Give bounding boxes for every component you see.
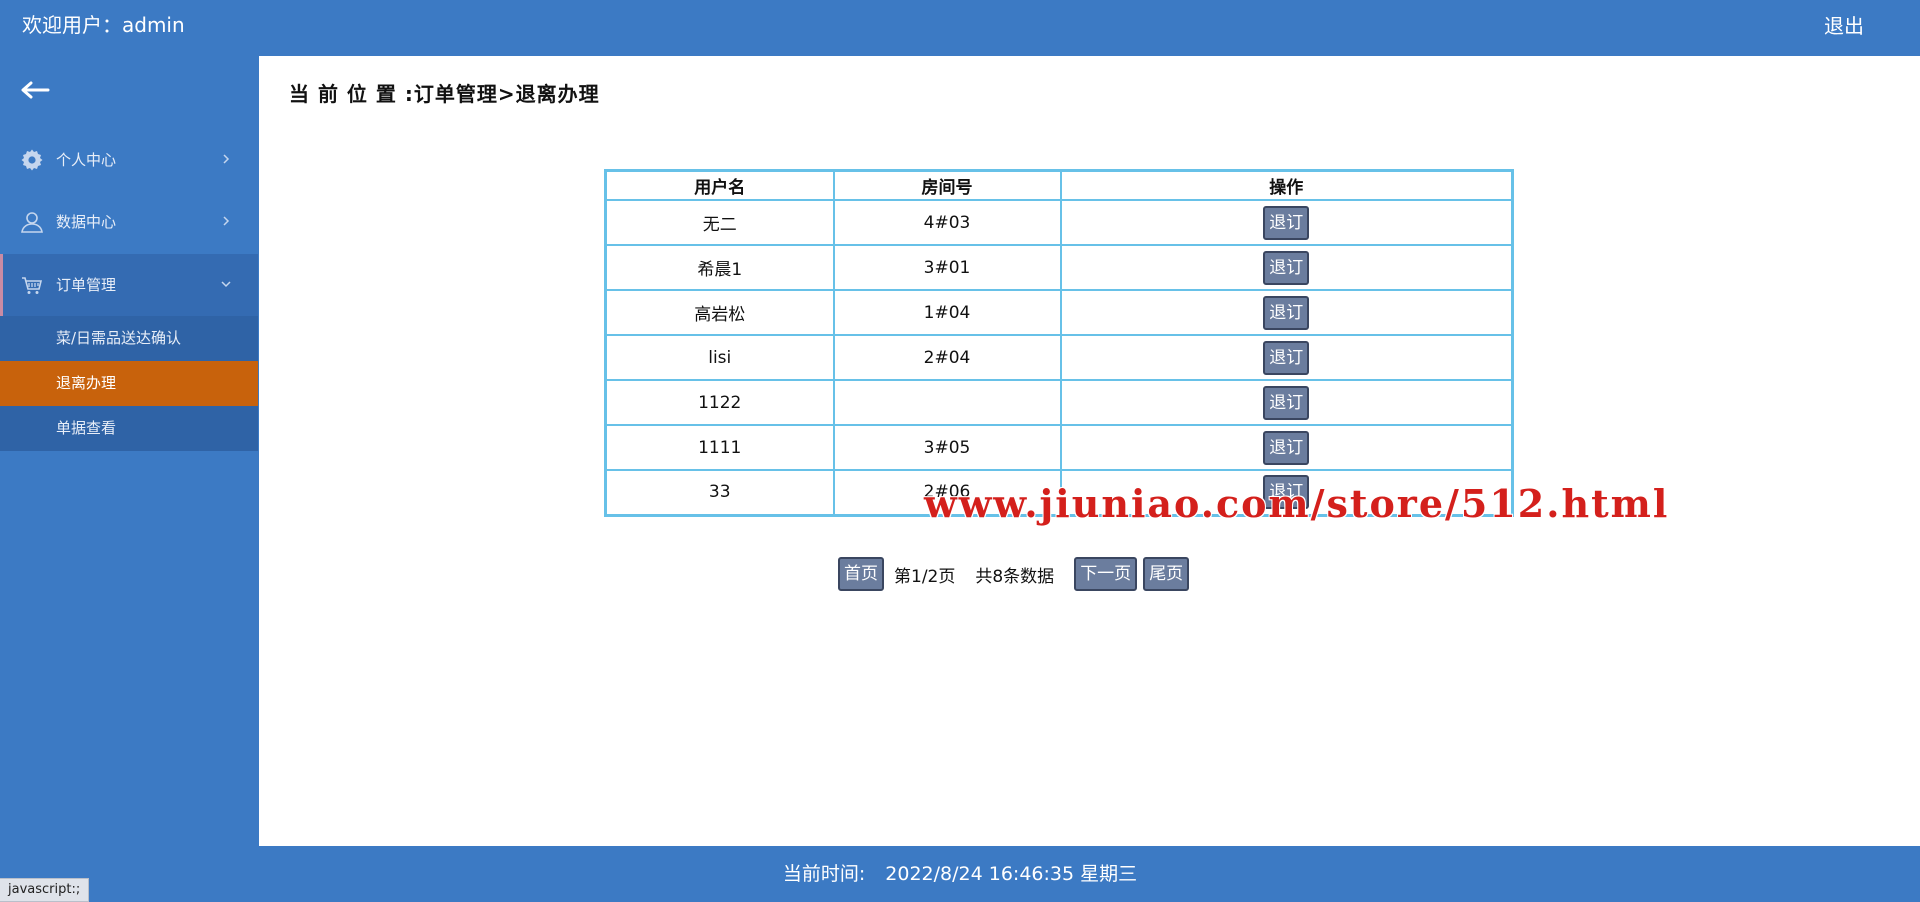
total-count: 共8条数据 [975, 566, 1055, 587]
cell-username: 1111 [604, 424, 835, 471]
main-content: 当 前 位 置 :订单管理>退离办理 用户名 房间号 操作 无二 4#03 退订 希晨… [259, 56, 1920, 846]
cancel-booking-button[interactable]: 退订 [1263, 295, 1310, 330]
cell-action: 退订 [1059, 289, 1514, 336]
cell-username: 希晨1 [604, 244, 835, 291]
table-row: lisi 2#04 退订 [604, 334, 1514, 381]
footer: 当前时间: 2022/8/24 16:46:35 星期三 [0, 846, 1920, 902]
table-row: 无二 4#03 退订 [604, 199, 1514, 246]
sidebar-item-order-management[interactable]: 订单管理 [0, 254, 258, 316]
table-row: 高岩松 1#04 退订 [604, 289, 1514, 336]
cell-action: 退订 [1059, 244, 1514, 291]
current-time-label: 当前时间: [782, 863, 866, 885]
orders-table: 用户名 房间号 操作 无二 4#03 退订 希晨1 3#01 退订 高岩松 1#04 退订 lis… [604, 169, 1514, 517]
cell-username: 33 [604, 469, 835, 516]
sidebar: 个人中心 数据中心 订单管理 菜/日需品送达确认 退离办理 单据查看 [0, 56, 258, 846]
chevron-right-icon [223, 154, 230, 164]
table-row: 33 2#06 退订 [604, 469, 1514, 516]
cell-room: 4#03 [832, 199, 1062, 246]
cell-room: 3#05 [832, 424, 1062, 471]
table-row: 1122 退订 [604, 379, 1514, 426]
sidebar-subitem-checkout[interactable]: 退离办理 [0, 361, 258, 406]
last-page-button[interactable]: 尾页 [1143, 557, 1190, 591]
user-icon [21, 212, 43, 233]
welcome-text: 欢迎用户：admin [22, 13, 185, 37]
cell-room: 2#06 [832, 469, 1062, 516]
sidebar-subitem-receipts[interactable]: 单据查看 [0, 406, 258, 451]
cell-action: 退订 [1059, 424, 1514, 471]
cell-action: 退订 [1059, 469, 1514, 516]
sidebar-item-label: 订单管理 [56, 276, 117, 294]
cell-username: 高岩松 [604, 289, 835, 336]
cell-room: 3#01 [832, 244, 1062, 291]
top-bar: 欢迎用户：admin 退出 [0, 0, 1920, 56]
cell-username: lisi [604, 334, 835, 381]
order-submenu: 菜/日需品送达确认 退离办理 单据查看 [0, 316, 258, 451]
cell-room: 1#04 [832, 289, 1062, 336]
table-row: 1111 3#05 退订 [604, 424, 1514, 471]
next-page-button[interactable]: 下一页 [1074, 557, 1138, 591]
cancel-booking-button[interactable]: 退订 [1263, 475, 1310, 510]
column-header-room: 房间号 [832, 169, 1062, 201]
cart-icon [22, 277, 43, 294]
chevron-right-icon [223, 216, 230, 226]
cell-action: 退订 [1059, 199, 1514, 246]
cancel-booking-button[interactable]: 退订 [1263, 385, 1310, 420]
column-header-action: 操作 [1059, 169, 1514, 201]
column-header-username: 用户名 [604, 169, 835, 201]
logout-link[interactable]: 退出 [1824, 13, 1864, 39]
table-header-row: 用户名 房间号 操作 [604, 169, 1514, 201]
cancel-booking-button[interactable]: 退订 [1263, 430, 1310, 465]
cell-username: 无二 [604, 199, 835, 246]
cancel-booking-button[interactable]: 退订 [1263, 205, 1310, 240]
chevron-down-icon [221, 281, 231, 288]
sidebar-subitem-delivery-confirm[interactable]: 菜/日需品送达确认 [0, 316, 258, 361]
sidebar-item-label: 数据中心 [56, 213, 117, 231]
cancel-booking-button[interactable]: 退订 [1263, 250, 1310, 285]
cell-room [832, 379, 1062, 426]
page-info: 第1/2页 [894, 566, 956, 587]
current-time-value: 2022/8/24 16:46:35 星期三 [885, 863, 1138, 885]
cancel-booking-button[interactable]: 退订 [1263, 340, 1310, 375]
sidebar-item-personal-center[interactable]: 个人中心 [0, 129, 258, 191]
cell-action: 退订 [1059, 379, 1514, 426]
first-page-button[interactable]: 首页 [838, 557, 884, 591]
browser-status-bar: javascript:; [0, 878, 90, 902]
breadcrumb: 当 前 位 置 :订单管理>退离办理 [289, 82, 600, 106]
arrow-left-icon[interactable] [20, 81, 50, 99]
sidebar-item-label: 个人中心 [56, 151, 117, 169]
cell-action: 退订 [1059, 334, 1514, 381]
pagination: 首页 第1/2页 共8条数据 下一页 尾页 [838, 555, 1190, 593]
cell-room: 2#04 [832, 334, 1062, 381]
cell-username: 1122 [604, 379, 835, 426]
gear-icon [21, 149, 43, 171]
sidebar-item-data-center[interactable]: 数据中心 [0, 191, 258, 253]
table-row: 希晨1 3#01 退订 [604, 244, 1514, 291]
